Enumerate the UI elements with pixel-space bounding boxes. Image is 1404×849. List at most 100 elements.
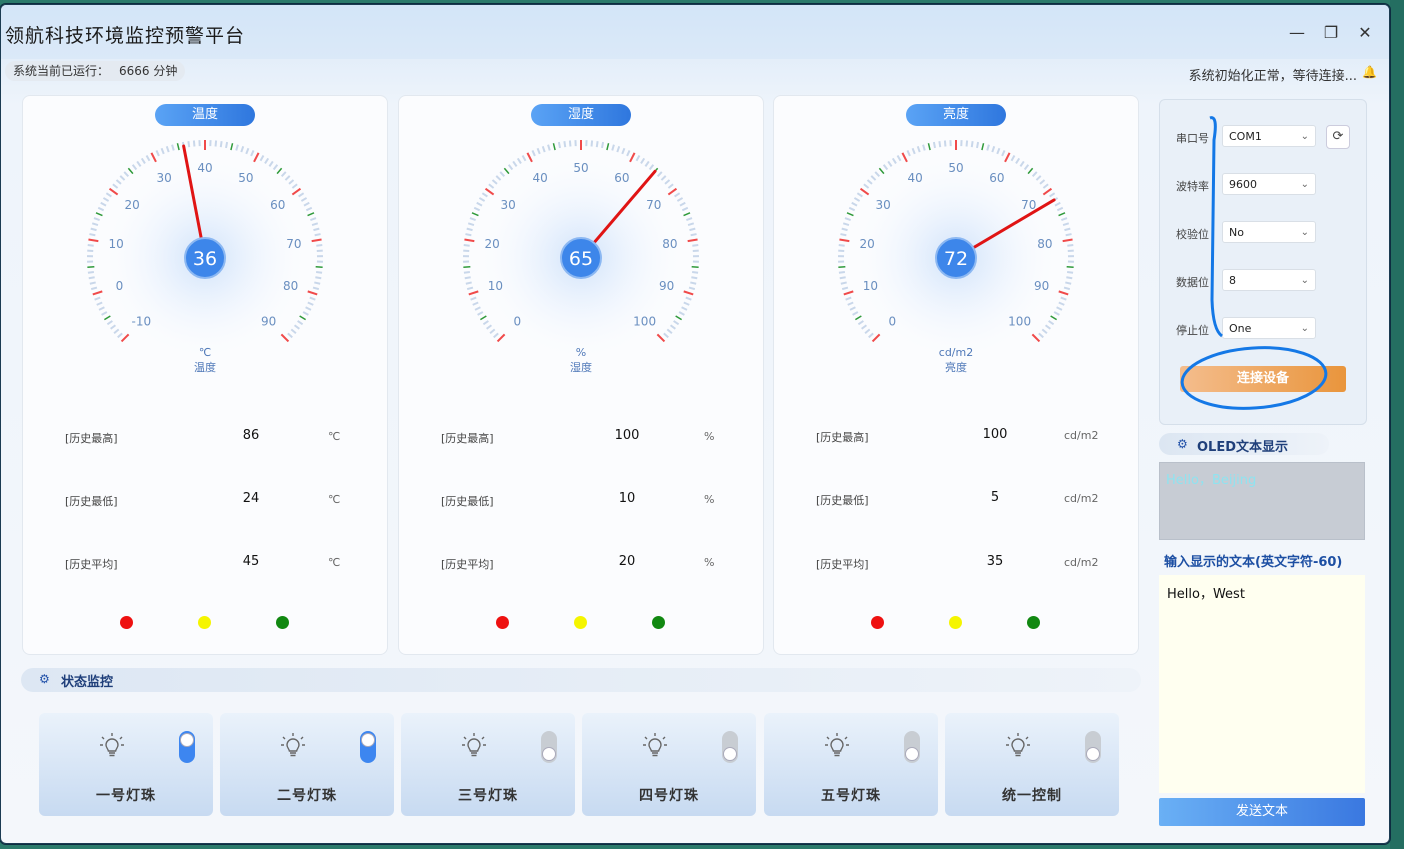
temperature-gauge: -10 0 10 20 30 40 50 60 70 80 90 36 ℃温度	[86, 140, 324, 374]
history-unit: ℃	[328, 493, 341, 506]
databits-label: 数据位	[1176, 276, 1209, 289]
led-toggle-1[interactable]	[179, 731, 195, 763]
card-tag: 温度	[155, 104, 255, 126]
connect-button[interactable]: 连接设备	[1180, 366, 1346, 392]
history-unit: ℃	[328, 430, 341, 443]
minor-tick	[187, 141, 191, 148]
minor-tick	[678, 311, 685, 316]
minor-tick	[852, 311, 859, 316]
led-toggle-2[interactable]	[360, 731, 376, 763]
minor-tick	[293, 324, 300, 330]
tick-label: 50	[948, 161, 963, 175]
minor-tick	[1050, 315, 1058, 321]
minor-tick	[106, 320, 113, 326]
minor-tick	[95, 212, 103, 217]
minor-tick	[1066, 276, 1073, 280]
minor-tick	[1001, 150, 1006, 157]
minor-tick	[686, 217, 693, 222]
parity-select[interactable]: No ⌄	[1222, 221, 1316, 243]
restore-icon[interactable]: ❐	[1319, 21, 1343, 45]
minor-tick	[595, 141, 599, 148]
bell-icon[interactable]: 🔔	[1362, 65, 1377, 79]
led-toggle-5[interactable]	[904, 731, 920, 763]
brightness-card: 亮度 0 10 20 30 40 50 60 70 80 90 100 72 cd/m2 亮度 [历史最高…	[773, 95, 1139, 655]
minor-tick	[842, 222, 850, 227]
minor-tick	[315, 265, 323, 269]
databits-select[interactable]: 8 ⌄	[1222, 269, 1316, 291]
minor-tick	[838, 271, 846, 274]
minor-tick	[840, 281, 847, 285]
input-title: 输入显示的文本(英文字符-60)	[1164, 555, 1343, 570]
led-toggle-all[interactable]	[1085, 731, 1101, 763]
minor-tick	[1064, 227, 1071, 232]
minor-tick	[991, 146, 996, 153]
history-unit: ℃	[328, 556, 341, 569]
history-min-row: [历史最低] 24 ℃	[23, 491, 387, 509]
minor-tick	[264, 157, 270, 164]
minor-tick	[290, 328, 297, 334]
minor-tick	[847, 301, 854, 306]
stopbits-select[interactable]: One ⌄	[1222, 317, 1316, 339]
minimize-icon[interactable]: —	[1285, 21, 1309, 45]
history-max-row: [历史最高] 100 %	[399, 428, 763, 446]
minor-tick	[683, 301, 690, 306]
parity-value: No	[1229, 226, 1244, 239]
minor-tick	[466, 286, 474, 291]
tick-label: 0	[889, 315, 897, 329]
minor-tick	[100, 201, 107, 207]
minor-tick	[117, 332, 123, 339]
tick-label: 70	[646, 198, 661, 212]
minor-tick	[291, 183, 298, 189]
yellow-indicator	[574, 616, 587, 629]
oled-screen: Hello，Beijing	[1159, 462, 1365, 540]
led-toggle-3[interactable]	[541, 731, 557, 763]
humidity-card: 湿度 0 10 20 30 40 50 60 70 80 90 100 65% 湿度 [历史最高] 10…	[398, 95, 764, 655]
minor-tick	[1058, 212, 1066, 217]
minor-tick	[692, 244, 699, 247]
minor-tick	[112, 183, 119, 189]
history-value: 10	[618, 491, 636, 506]
background-strip	[1390, 0, 1404, 849]
minor-tick	[1019, 160, 1025, 167]
minor-tick	[305, 206, 313, 212]
minor-tick	[276, 167, 283, 175]
minor-tick	[626, 150, 631, 157]
led-card-2: 二号灯珠	[220, 713, 394, 816]
minor-tick	[660, 175, 667, 181]
baud-value: 9600	[1229, 178, 1257, 191]
state-monitor-label: 状态监控	[61, 675, 114, 690]
oled-text-input[interactable]: Hello，West	[1159, 575, 1365, 793]
history-label: [历史最高]	[441, 432, 494, 445]
minor-tick	[861, 324, 868, 330]
minor-tick	[1067, 244, 1074, 247]
minor-tick	[849, 306, 856, 311]
minor-tick	[90, 286, 98, 291]
minor-tick	[474, 306, 481, 311]
led-toggle-4[interactable]	[722, 731, 738, 763]
minor-tick	[916, 146, 921, 153]
runtime-label: 系统当前已运行：	[13, 64, 110, 78]
baud-select[interactable]: 9600 ⌄	[1222, 173, 1316, 195]
minor-tick	[1042, 183, 1049, 189]
refresh-icon[interactable]: ⟳	[1326, 125, 1350, 149]
bulb-icon	[1006, 733, 1030, 757]
minor-tick	[315, 271, 323, 274]
minor-tick	[288, 179, 295, 185]
minor-tick	[932, 141, 936, 149]
tick-label: 70	[1021, 198, 1036, 212]
toggle-knob	[1086, 747, 1100, 761]
minor-tick	[512, 160, 518, 167]
close-icon[interactable]: ✕	[1353, 21, 1377, 45]
port-select[interactable]: COM1 ⌄	[1222, 125, 1316, 147]
minor-tick	[225, 141, 229, 149]
major-tick	[108, 187, 119, 196]
minor-tick	[841, 286, 849, 291]
minor-tick	[307, 212, 315, 217]
bulb-icon	[281, 733, 305, 757]
minor-tick	[547, 144, 551, 151]
major-tick	[629, 152, 636, 163]
minor-tick	[93, 217, 100, 222]
yellow-indicator	[949, 616, 962, 629]
minor-tick	[689, 227, 696, 232]
send-text-button[interactable]: 发送文本	[1159, 798, 1365, 826]
